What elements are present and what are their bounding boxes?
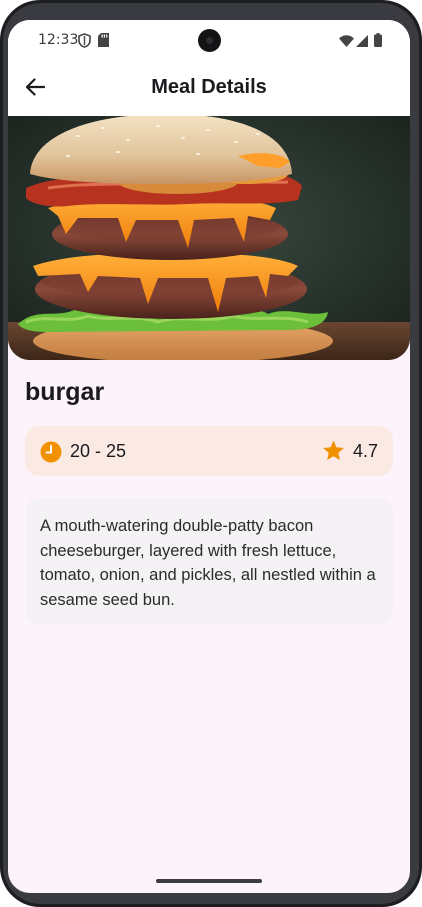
battery-icon xyxy=(374,33,382,52)
signal-icon xyxy=(356,34,368,52)
status-bar: 12:33 xyxy=(8,20,410,62)
meal-name: burgar xyxy=(25,378,105,406)
shield-icon xyxy=(78,33,91,53)
home-indicator[interactable] xyxy=(156,879,262,883)
prep-time: 20 - 25 xyxy=(70,441,127,461)
clock-icon xyxy=(40,441,62,468)
sd-card-icon xyxy=(98,33,109,52)
screen: 12:33 Meal Details burgar 20 - 25 4.7 A … xyxy=(8,20,410,893)
meal-description: A mouth-watering double-patty bacon chee… xyxy=(40,517,376,609)
star-icon xyxy=(322,440,345,467)
device-frame: 12:33 Meal Details burgar 20 - 25 4.7 A … xyxy=(0,0,422,907)
rating-value: 4.7 xyxy=(353,441,379,461)
description-card: A mouth-watering double-patty bacon chee… xyxy=(25,498,393,625)
status-time: 12:33 xyxy=(38,32,79,48)
front-camera xyxy=(198,29,221,52)
page-title: Meal Details xyxy=(151,76,267,98)
wifi-icon xyxy=(339,34,354,52)
app-bar: Meal Details xyxy=(8,62,410,116)
info-card: 20 - 25 4.7 xyxy=(25,426,393,476)
meal-image xyxy=(8,116,410,360)
